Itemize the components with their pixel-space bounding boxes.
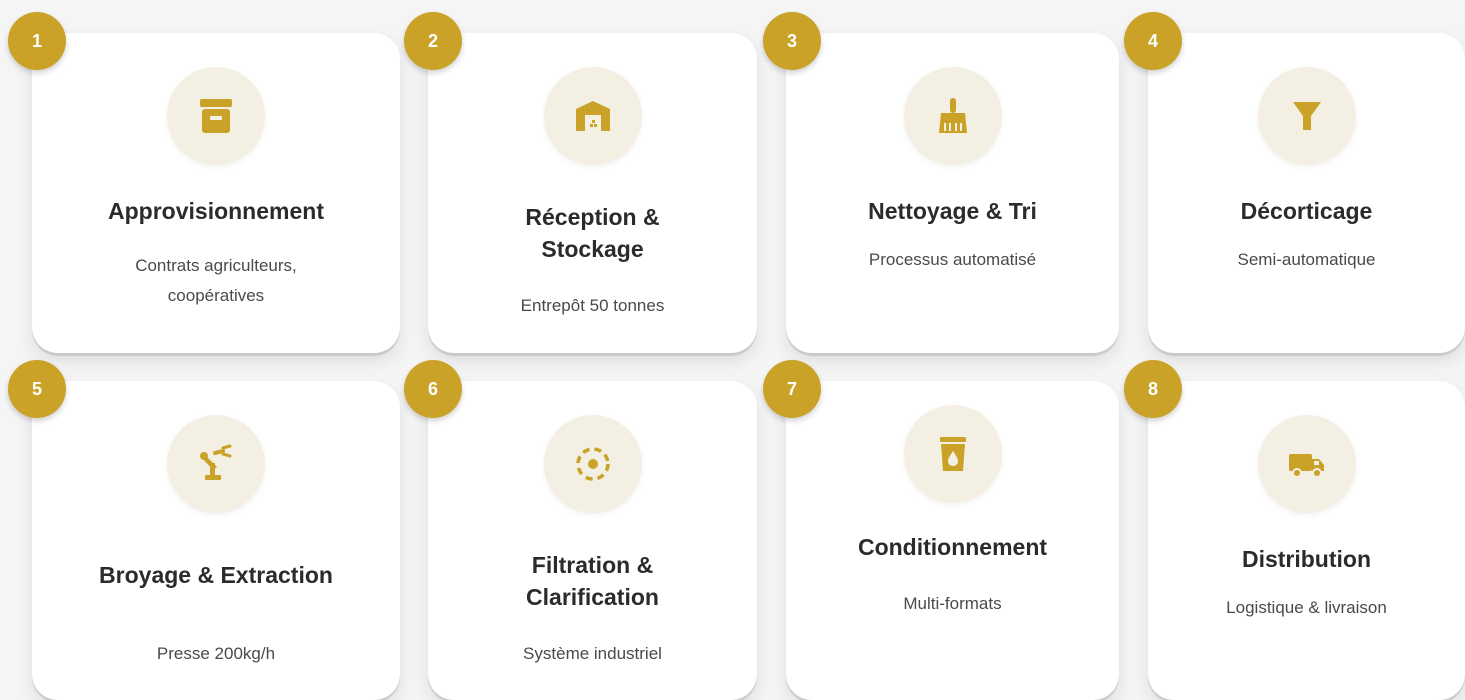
step-card-2: Réception & Stockage Entrepôt 50 tonnes [428,33,757,353]
icon-circle [1257,67,1356,165]
icon-circle [167,415,265,513]
filter-icon [1292,102,1321,130]
oil-container-icon [939,437,966,471]
step-number-badge: 5 [8,360,66,418]
icon-circle [167,67,265,165]
icon-circle [543,67,642,165]
step-number-badge: 3 [763,12,821,70]
step-title: Conditionnement [857,534,1048,560]
warehouse-icon [575,101,610,131]
robot-arm-icon [200,444,232,480]
icon-circle [1257,415,1356,513]
step-title: Approvisionnement [108,198,324,224]
step-title: Broyage & Extraction [99,562,333,588]
step-description: Contrats agriculteurs, coopératives [135,256,297,305]
step-description: Multi-formats [903,594,1002,613]
step-description: Processus automatisé [868,250,1037,269]
icon-circle [903,67,1002,165]
step-title: Filtration & Clarification [526,552,659,610]
delivery-truck-icon [1288,454,1324,478]
step-description: Presse 200kg/h [156,644,276,663]
step-description: Entrepôt 50 tonnes [520,296,665,315]
step-title: Décorticage [1240,198,1373,224]
step-number-badge: 6 [404,360,462,418]
step-title: Distribution [1241,546,1372,572]
step-number-badge: 8 [1124,360,1182,418]
step-card-8: Distribution Logistique & livraison [1148,381,1465,700]
step-number-badge: 7 [763,360,821,418]
step-number-badge: 2 [404,12,462,70]
step-description: Semi-automatique [1237,250,1376,269]
step-title: Nettoyage & Tri [868,198,1037,224]
step-number-badge: 4 [1124,12,1182,70]
step-card-6: Filtration & Clarification Système indus… [428,381,757,700]
step-card-7: Conditionnement Multi-formats [786,381,1119,700]
step-card-1: Approvisionnement Contrats agriculteurs,… [32,33,400,353]
icon-circle [543,415,642,513]
step-card-4: Décorticage Semi-automatique [1148,33,1465,353]
step-card-5: Broyage & Extraction Presse 200kg/h [32,381,400,700]
broom-icon [938,98,967,133]
step-title: Réception & Stockage [525,204,660,262]
process-steps-grid: Approvisionnement Contrats agriculteurs,… [0,0,1465,700]
archive-box-icon [200,99,232,133]
step-number-badge: 1 [8,12,66,70]
step-card-3: Nettoyage & Tri Processus automatisé [786,33,1119,353]
step-description: Système industriel [523,644,662,663]
step-description: Logistique & livraison [1226,598,1387,617]
icon-circle [903,405,1002,503]
dashed-circle-target-icon [575,447,610,481]
